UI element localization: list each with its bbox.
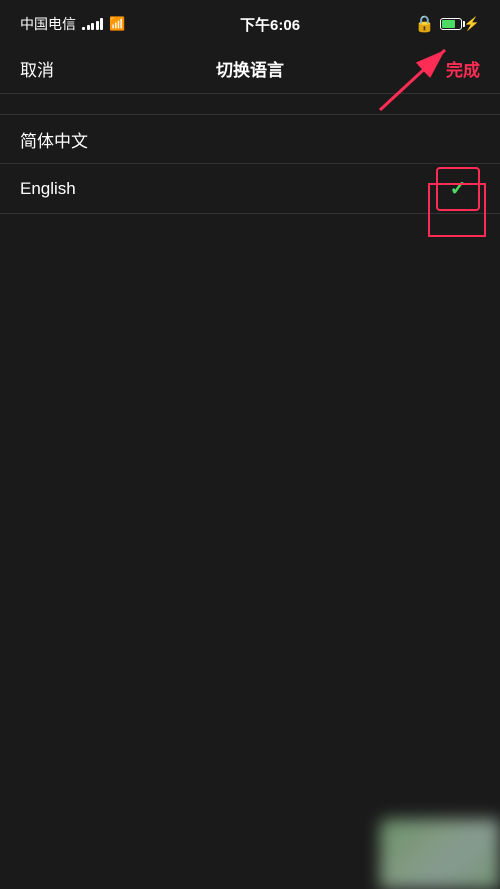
- lightning-icon: ⚡: [464, 16, 480, 32]
- list-item[interactable]: English ✓: [0, 164, 500, 214]
- signal-bars-icon: [82, 18, 103, 30]
- language-list: 简体中文 English ✓: [0, 114, 500, 214]
- nav-bar: 取消 切换语言 完成: [0, 44, 500, 94]
- done-button[interactable]: 完成: [446, 56, 480, 81]
- status-right: 🔒 ⚡: [415, 14, 480, 34]
- lock-icon: 🔒: [415, 14, 435, 34]
- battery-fill: [442, 20, 456, 28]
- language-label-chinese: 简体中文: [20, 127, 88, 152]
- checkmark-icon: ✓: [450, 176, 467, 201]
- battery-body: [440, 18, 462, 30]
- cancel-button[interactable]: 取消: [20, 56, 54, 81]
- signal-bar-3: [91, 23, 94, 30]
- status-bar: 中国电信 📶 下午6:06 🔒 ⚡: [0, 0, 500, 44]
- signal-bar-4: [96, 21, 99, 30]
- status-left: 中国电信 📶: [20, 14, 125, 34]
- signal-bar-2: [87, 25, 90, 30]
- bottom-blur-decoration: [380, 819, 500, 889]
- language-label-english: English: [20, 179, 76, 199]
- carrier-label: 中国电信: [20, 14, 76, 34]
- checkmark-box: ✓: [436, 167, 480, 211]
- battery-icon: ⚡: [440, 16, 480, 32]
- signal-bar-1: [82, 27, 85, 30]
- page-title: 切换语言: [216, 56, 284, 81]
- wifi-icon: 📶: [109, 16, 125, 32]
- signal-bar-5: [100, 18, 103, 30]
- list-item[interactable]: 简体中文: [0, 114, 500, 164]
- status-time: 下午6:06: [240, 14, 300, 35]
